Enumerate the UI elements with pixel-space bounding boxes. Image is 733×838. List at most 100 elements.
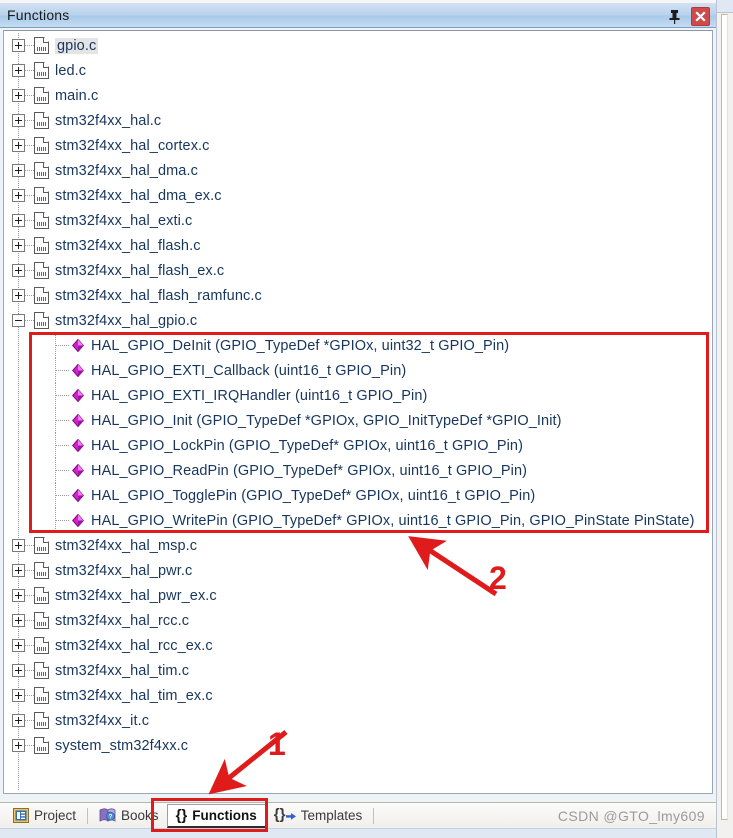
braces-icon: {} <box>175 806 188 824</box>
expand-toggle-icon[interactable] <box>12 589 25 602</box>
c-source-file-icon <box>34 287 49 304</box>
tree-item-function[interactable]: HAL_GPIO_LockPin (GPIO_TypeDef* GPIOx, u… <box>6 433 710 458</box>
tree-item-file[interactable]: stm32f4xx_hal_dma.c <box>6 158 710 183</box>
function-signature-label: HAL_GPIO_EXTI_IRQHandler (uint16_t GPIO_… <box>91 387 428 404</box>
tree-item-file[interactable]: stm32f4xx_hal_flash_ex.c <box>6 258 710 283</box>
expand-toggle-icon[interactable] <box>12 639 25 652</box>
tree-connector <box>25 95 34 96</box>
tree-item-function[interactable]: HAL_GPIO_DeInit (GPIO_TypeDef *GPIOx, ui… <box>6 333 710 358</box>
expand-toggle-icon[interactable] <box>12 564 25 577</box>
tree-item-file[interactable]: led.c <box>6 58 710 83</box>
functions-tree-panel[interactable]: gpio.c led.c main.c stm32f4xx_hal.c stm32f4x… <box>3 30 713 794</box>
tab-project-label: Project <box>34 808 77 823</box>
tree-connector <box>56 370 70 371</box>
function-diamond-icon <box>72 489 84 502</box>
expand-toggle-icon[interactable] <box>12 214 25 227</box>
tree-item-file[interactable]: stm32f4xx_hal_pwr_ex.c <box>6 583 710 608</box>
tab-separator-2 <box>373 807 375 824</box>
expand-toggle-icon[interactable] <box>12 39 25 52</box>
expand-toggle-icon[interactable] <box>12 664 25 677</box>
tree-item-label: stm32f4xx_hal_pwr_ex.c <box>55 587 217 604</box>
tree-item-file[interactable]: stm32f4xx_hal_cortex.c <box>6 133 710 158</box>
tree-item-file[interactable]: main.c <box>6 83 710 108</box>
c-source-file-icon <box>34 687 49 704</box>
expand-toggle-icon[interactable] <box>12 139 25 152</box>
tree-item-file[interactable]: stm32f4xx_hal_flash_ramfunc.c <box>6 283 710 308</box>
tree-item-function[interactable]: HAL_GPIO_EXTI_IRQHandler (uint16_t GPIO_… <box>6 383 710 408</box>
tree-item-label: gpio.c <box>55 37 99 54</box>
function-diamond-icon <box>72 339 84 352</box>
tree-item-file[interactable]: stm32f4xx_hal_dma_ex.c <box>6 183 710 208</box>
tab-books-label: Books <box>121 808 159 823</box>
c-source-file-icon <box>34 662 49 679</box>
tree-item-function[interactable]: HAL_GPIO_ReadPin (GPIO_TypeDef* GPIOx, u… <box>6 458 710 483</box>
function-list: HAL_GPIO_DeInit (GPIO_TypeDef *GPIOx, ui… <box>6 333 710 533</box>
tree-item-file[interactable]: stm32f4xx_hal_gpio.c <box>6 308 710 333</box>
c-source-file-icon <box>34 237 49 254</box>
function-signature-label: HAL_GPIO_LockPin (GPIO_TypeDef* GPIOx, u… <box>91 437 524 454</box>
tree-item-label: system_stm32f4xx.c <box>55 737 189 754</box>
expand-toggle-icon[interactable] <box>12 614 25 627</box>
collapse-toggle-icon[interactable] <box>12 314 25 327</box>
expand-toggle-icon[interactable] <box>12 264 25 277</box>
expand-toggle-icon[interactable] <box>12 689 25 702</box>
tab-templates[interactable]: {} Templates <box>266 804 371 828</box>
tree-item-label: stm32f4xx_hal_cortex.c <box>55 137 210 154</box>
tree-connector <box>25 170 34 171</box>
tree-item-file[interactable]: stm32f4xx_hal_flash.c <box>6 233 710 258</box>
tree-item-file[interactable]: stm32f4xx_hal_tim_ex.c <box>6 683 710 708</box>
project-icon <box>13 808 29 823</box>
tree-item-file[interactable]: stm32f4xx_hal_pwr.c <box>6 558 710 583</box>
tree-connector <box>56 470 70 471</box>
tab-project[interactable]: Project <box>5 804 84 828</box>
tree-item-function[interactable]: HAL_GPIO_WritePin (GPIO_TypeDef* GPIOx, … <box>6 508 710 533</box>
svg-text:?: ? <box>109 815 113 821</box>
tree-item-file[interactable]: stm32f4xx_hal_rcc_ex.c <box>6 633 710 658</box>
c-source-file-icon <box>34 87 49 104</box>
tree-item-file[interactable]: stm32f4xx_it.c <box>6 708 710 733</box>
tree-item-label: stm32f4xx_hal_dma.c <box>55 162 198 179</box>
expand-toggle-icon[interactable] <box>12 714 25 727</box>
tree-item-file[interactable]: system_stm32f4xx.c <box>6 733 710 758</box>
tree-item-function[interactable]: HAL_GPIO_EXTI_Callback (uint16_t GPIO_Pi… <box>6 358 710 383</box>
pin-icon[interactable] <box>665 7 684 26</box>
expand-toggle-icon[interactable] <box>12 89 25 102</box>
tree-connector <box>25 70 34 71</box>
expand-toggle-icon[interactable] <box>12 114 25 127</box>
tab-functions[interactable]: {} Functions <box>166 803 266 828</box>
close-icon[interactable] <box>691 7 710 26</box>
tree-item-function[interactable]: HAL_GPIO_TogglePin (GPIO_TypeDef* GPIOx,… <box>6 483 710 508</box>
expand-toggle-icon[interactable] <box>12 239 25 252</box>
c-source-file-icon <box>34 187 49 204</box>
function-diamond-icon <box>72 389 84 402</box>
tree-connector <box>25 695 34 696</box>
tree-item-file[interactable]: gpio.c <box>6 33 710 58</box>
function-signature-label: HAL_GPIO_ReadPin (GPIO_TypeDef* GPIOx, u… <box>91 462 528 479</box>
tree-item-function[interactable]: HAL_GPIO_Init (GPIO_TypeDef *GPIOx, GPIO… <box>6 408 710 433</box>
expand-toggle-icon[interactable] <box>12 189 25 202</box>
expand-toggle-icon[interactable] <box>12 64 25 77</box>
tree-scroll-area[interactable]: gpio.c led.c main.c stm32f4xx_hal.c stm32f4x… <box>6 33 710 791</box>
expand-toggle-icon[interactable] <box>12 739 25 752</box>
expand-toggle-icon[interactable] <box>12 289 25 302</box>
expand-toggle-icon[interactable] <box>12 539 25 552</box>
c-source-file-icon <box>34 162 49 179</box>
tree-item-file[interactable]: stm32f4xx_hal_tim.c <box>6 658 710 683</box>
tree-connector <box>25 545 34 546</box>
tree-item-file[interactable]: stm32f4xx_hal_rcc.c <box>6 608 710 633</box>
tree-item-file[interactable]: stm32f4xx_hal_exti.c <box>6 208 710 233</box>
tab-books[interactable]: ? Books <box>91 804 167 828</box>
tree-connector <box>25 320 34 321</box>
tree-item-file[interactable]: stm32f4xx_hal_msp.c <box>6 533 710 558</box>
tree-connector <box>25 295 34 296</box>
tree-item-file[interactable]: stm32f4xx_hal.c <box>6 108 710 133</box>
tree-item-label: stm32f4xx_hal_tim_ex.c <box>55 687 213 704</box>
c-source-file-icon <box>34 587 49 604</box>
expand-toggle-icon[interactable] <box>12 164 25 177</box>
page-title: Functions <box>7 7 70 23</box>
c-source-file-icon <box>34 612 49 629</box>
tree-connector <box>25 745 34 746</box>
functions-panel-window: Functions gpio.c led.c main.c stm32f4xx_… <box>0 0 733 838</box>
tree-connector <box>25 195 34 196</box>
tree-item-label: stm32f4xx_hal_flash_ex.c <box>55 262 225 279</box>
